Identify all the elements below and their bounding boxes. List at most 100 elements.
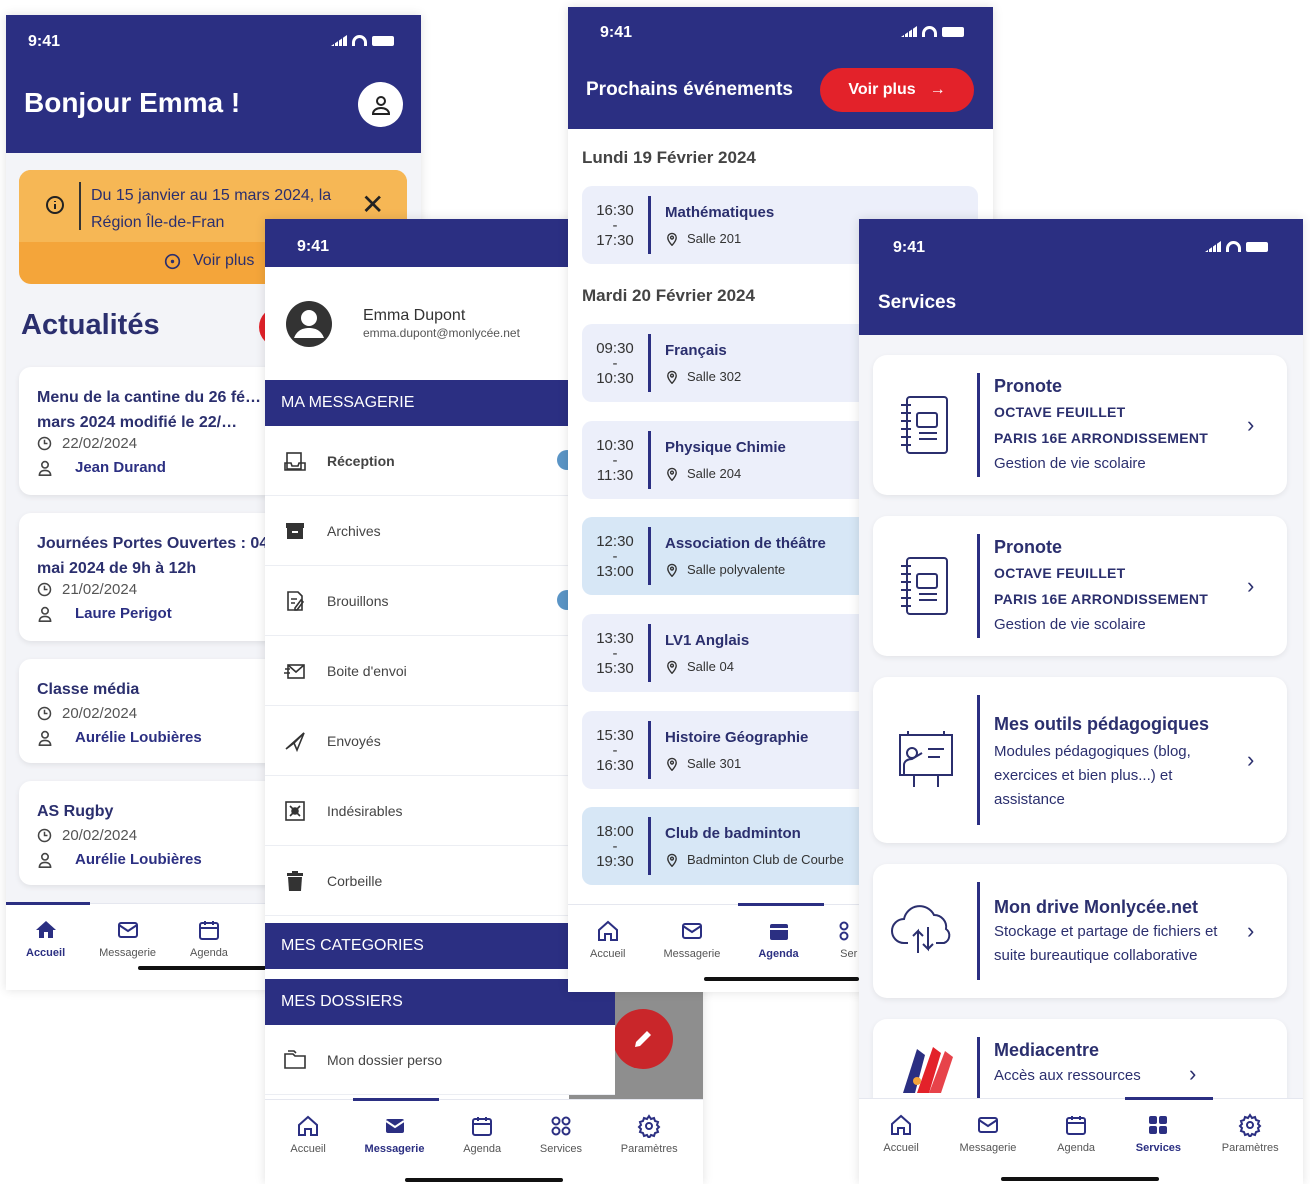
location-pin-icon (667, 757, 677, 771)
banner-more-link[interactable]: Voir plus (164, 252, 254, 270)
event-title: Club de badminton (665, 825, 801, 842)
news-author: Aurélie Loubières (75, 851, 202, 868)
drawer-status-bar: 9:41 (265, 219, 569, 267)
service-card-drive[interactable]: Mon drive Monlycée.net Stockage et partag… (873, 864, 1287, 998)
folder-corbeille[interactable]: Corbeille (265, 846, 569, 916)
gear-icon (1238, 1113, 1262, 1137)
mediacentre-logo-icon (903, 1047, 953, 1093)
tab-agenda[interactable]: Agenda (1057, 1099, 1095, 1154)
tab-agenda[interactable]: Agenda (463, 1100, 501, 1155)
tab-parametres[interactable]: Paramètres (1222, 1099, 1279, 1154)
person-icon (38, 730, 52, 746)
tab-messagerie[interactable]: Messagerie (663, 905, 720, 960)
day-heading: Mardi 20 Février 2024 (582, 286, 755, 305)
news-date: 22/02/2024 (62, 435, 138, 452)
chevron-right-icon: › (1247, 573, 1255, 598)
folder-brouillons[interactable]: Brouillons (265, 566, 577, 636)
mail-icon (681, 923, 702, 939)
status-icons (331, 35, 394, 46)
folder-boite-envoi[interactable]: Boite d'envoi (265, 636, 569, 706)
chevron-right-icon: › (1189, 1061, 1197, 1086)
clock-icon (37, 706, 52, 721)
day-heading: Lundi 19 Février 2024 (582, 148, 756, 167)
home-indicator (1001, 1177, 1159, 1181)
home-indicator (138, 966, 268, 970)
tab-accueil[interactable]: Accueil (290, 1100, 326, 1155)
close-icon[interactable]: ✕ (361, 188, 384, 221)
news-title: Menu de la cantine du 26 fé… mars 2024 m… (37, 389, 262, 431)
tab-parametres[interactable]: Paramètres (621, 1100, 678, 1155)
agenda-title: Prochains événements (586, 79, 793, 100)
tab-accueil[interactable]: Accueil (26, 904, 65, 959)
status-time: 9:41 (600, 24, 633, 41)
event-place: Salle 204 (687, 466, 742, 481)
folder-reception[interactable]: Réception (265, 426, 577, 496)
tab-messagerie[interactable]: Messagerie (99, 904, 156, 959)
section-categories[interactable]: MES CATEGORIES (265, 923, 569, 969)
status-time: 9:41 (28, 33, 61, 50)
folder-personal[interactable]: Mon dossier perso (265, 1025, 615, 1095)
tab-agenda[interactable]: Agenda (758, 905, 799, 960)
agenda-header: 9:41 Prochains événements Voir plus → (568, 7, 993, 129)
tab-messagerie[interactable]: Messagerie (960, 1099, 1016, 1154)
person-icon (38, 460, 52, 476)
event-place: Salle 302 (687, 369, 742, 384)
chevron-right-icon: › (1247, 918, 1255, 943)
section-messagerie: MA MESSAGERIE (265, 380, 569, 426)
event-place: Badminton Club de Courbe (687, 852, 844, 867)
service-card-pronote[interactable]: Pronote OCTAVE FEUILLET PARIS 16E ARRONDIS… (873, 355, 1287, 495)
spam-icon (285, 800, 305, 821)
services-screen: 9:41 Services Pronote OCTAVE FEUILLET PARI… (859, 219, 1303, 1184)
user-icon (371, 95, 390, 115)
news-section-title: Actualités (21, 309, 160, 341)
status-time: 9:41 (893, 239, 926, 256)
folder-icon (284, 1049, 306, 1069)
location-pin-icon (667, 467, 677, 481)
send-icon (285, 731, 305, 752)
home-icon (35, 921, 56, 938)
home-header: 9:41 Bonjour Emma ! (6, 15, 421, 153)
tab-services[interactable]: Services (540, 1100, 582, 1155)
user-name: Emma Dupont (363, 307, 466, 324)
service-card-outils[interactable]: Mes outils pédagogiques Modules pédagogiq… (873, 677, 1287, 843)
event-place: Salle 301 (687, 756, 742, 771)
news-author: Jean Durand (75, 459, 166, 476)
home-indicator (704, 977, 859, 981)
tab-agenda[interactable]: Agenda (190, 904, 228, 959)
folder-archives[interactable]: Archives (265, 496, 569, 566)
tab-services[interactable]: Ser (837, 905, 861, 960)
tab-services[interactable]: Services (1136, 1099, 1181, 1154)
info-circle-icon (164, 253, 181, 269)
pencil-icon (635, 1031, 651, 1047)
see-more-button[interactable]: Voir plus → (820, 68, 974, 112)
greeting-title: Bonjour Emma ! (24, 87, 241, 118)
drawer-user-block[interactable]: Emma Dupont emma.dupont@monlycée.net (265, 267, 569, 380)
tab-messagerie[interactable]: Messagerie (365, 1100, 424, 1155)
services-header: 9:41 Services (859, 219, 1303, 335)
notebook-icon (901, 396, 948, 454)
tab-accueil[interactable]: Accueil (590, 905, 625, 960)
event-place: Salle polyvalente (687, 562, 786, 577)
folder-indesirables[interactable]: Indésirables (265, 776, 569, 846)
event-title: Mathématiques (665, 204, 775, 221)
grid-icon (1149, 1116, 1168, 1134)
location-pin-icon (667, 563, 677, 577)
event-place: Salle 201 (687, 231, 742, 246)
event-title: Histoire Géographie (665, 729, 809, 746)
compose-fab[interactable] (613, 1009, 673, 1069)
news-date: 20/02/2024 (62, 827, 138, 844)
folder-envoyes[interactable]: Envoyés (265, 706, 569, 776)
chevron-right-icon: › (1247, 747, 1255, 772)
status-time: 9:41 (297, 238, 330, 255)
section-dossiers[interactable]: MES DOSSIERS (265, 979, 615, 1025)
tab-active-indicator (738, 903, 824, 906)
location-pin-icon (667, 853, 677, 867)
news-date: 21/02/2024 (62, 581, 138, 598)
tab-accueil[interactable]: Accueil (883, 1099, 919, 1154)
service-card-pronote[interactable]: Pronote OCTAVE FEUILLET PARIS 16E ARRONDIS… (873, 516, 1287, 656)
news-title: AS Rugby (37, 803, 114, 820)
home-icon (298, 1115, 319, 1136)
home-icon (597, 920, 618, 941)
profile-avatar-button[interactable] (358, 82, 403, 127)
grid-icon (839, 921, 849, 941)
